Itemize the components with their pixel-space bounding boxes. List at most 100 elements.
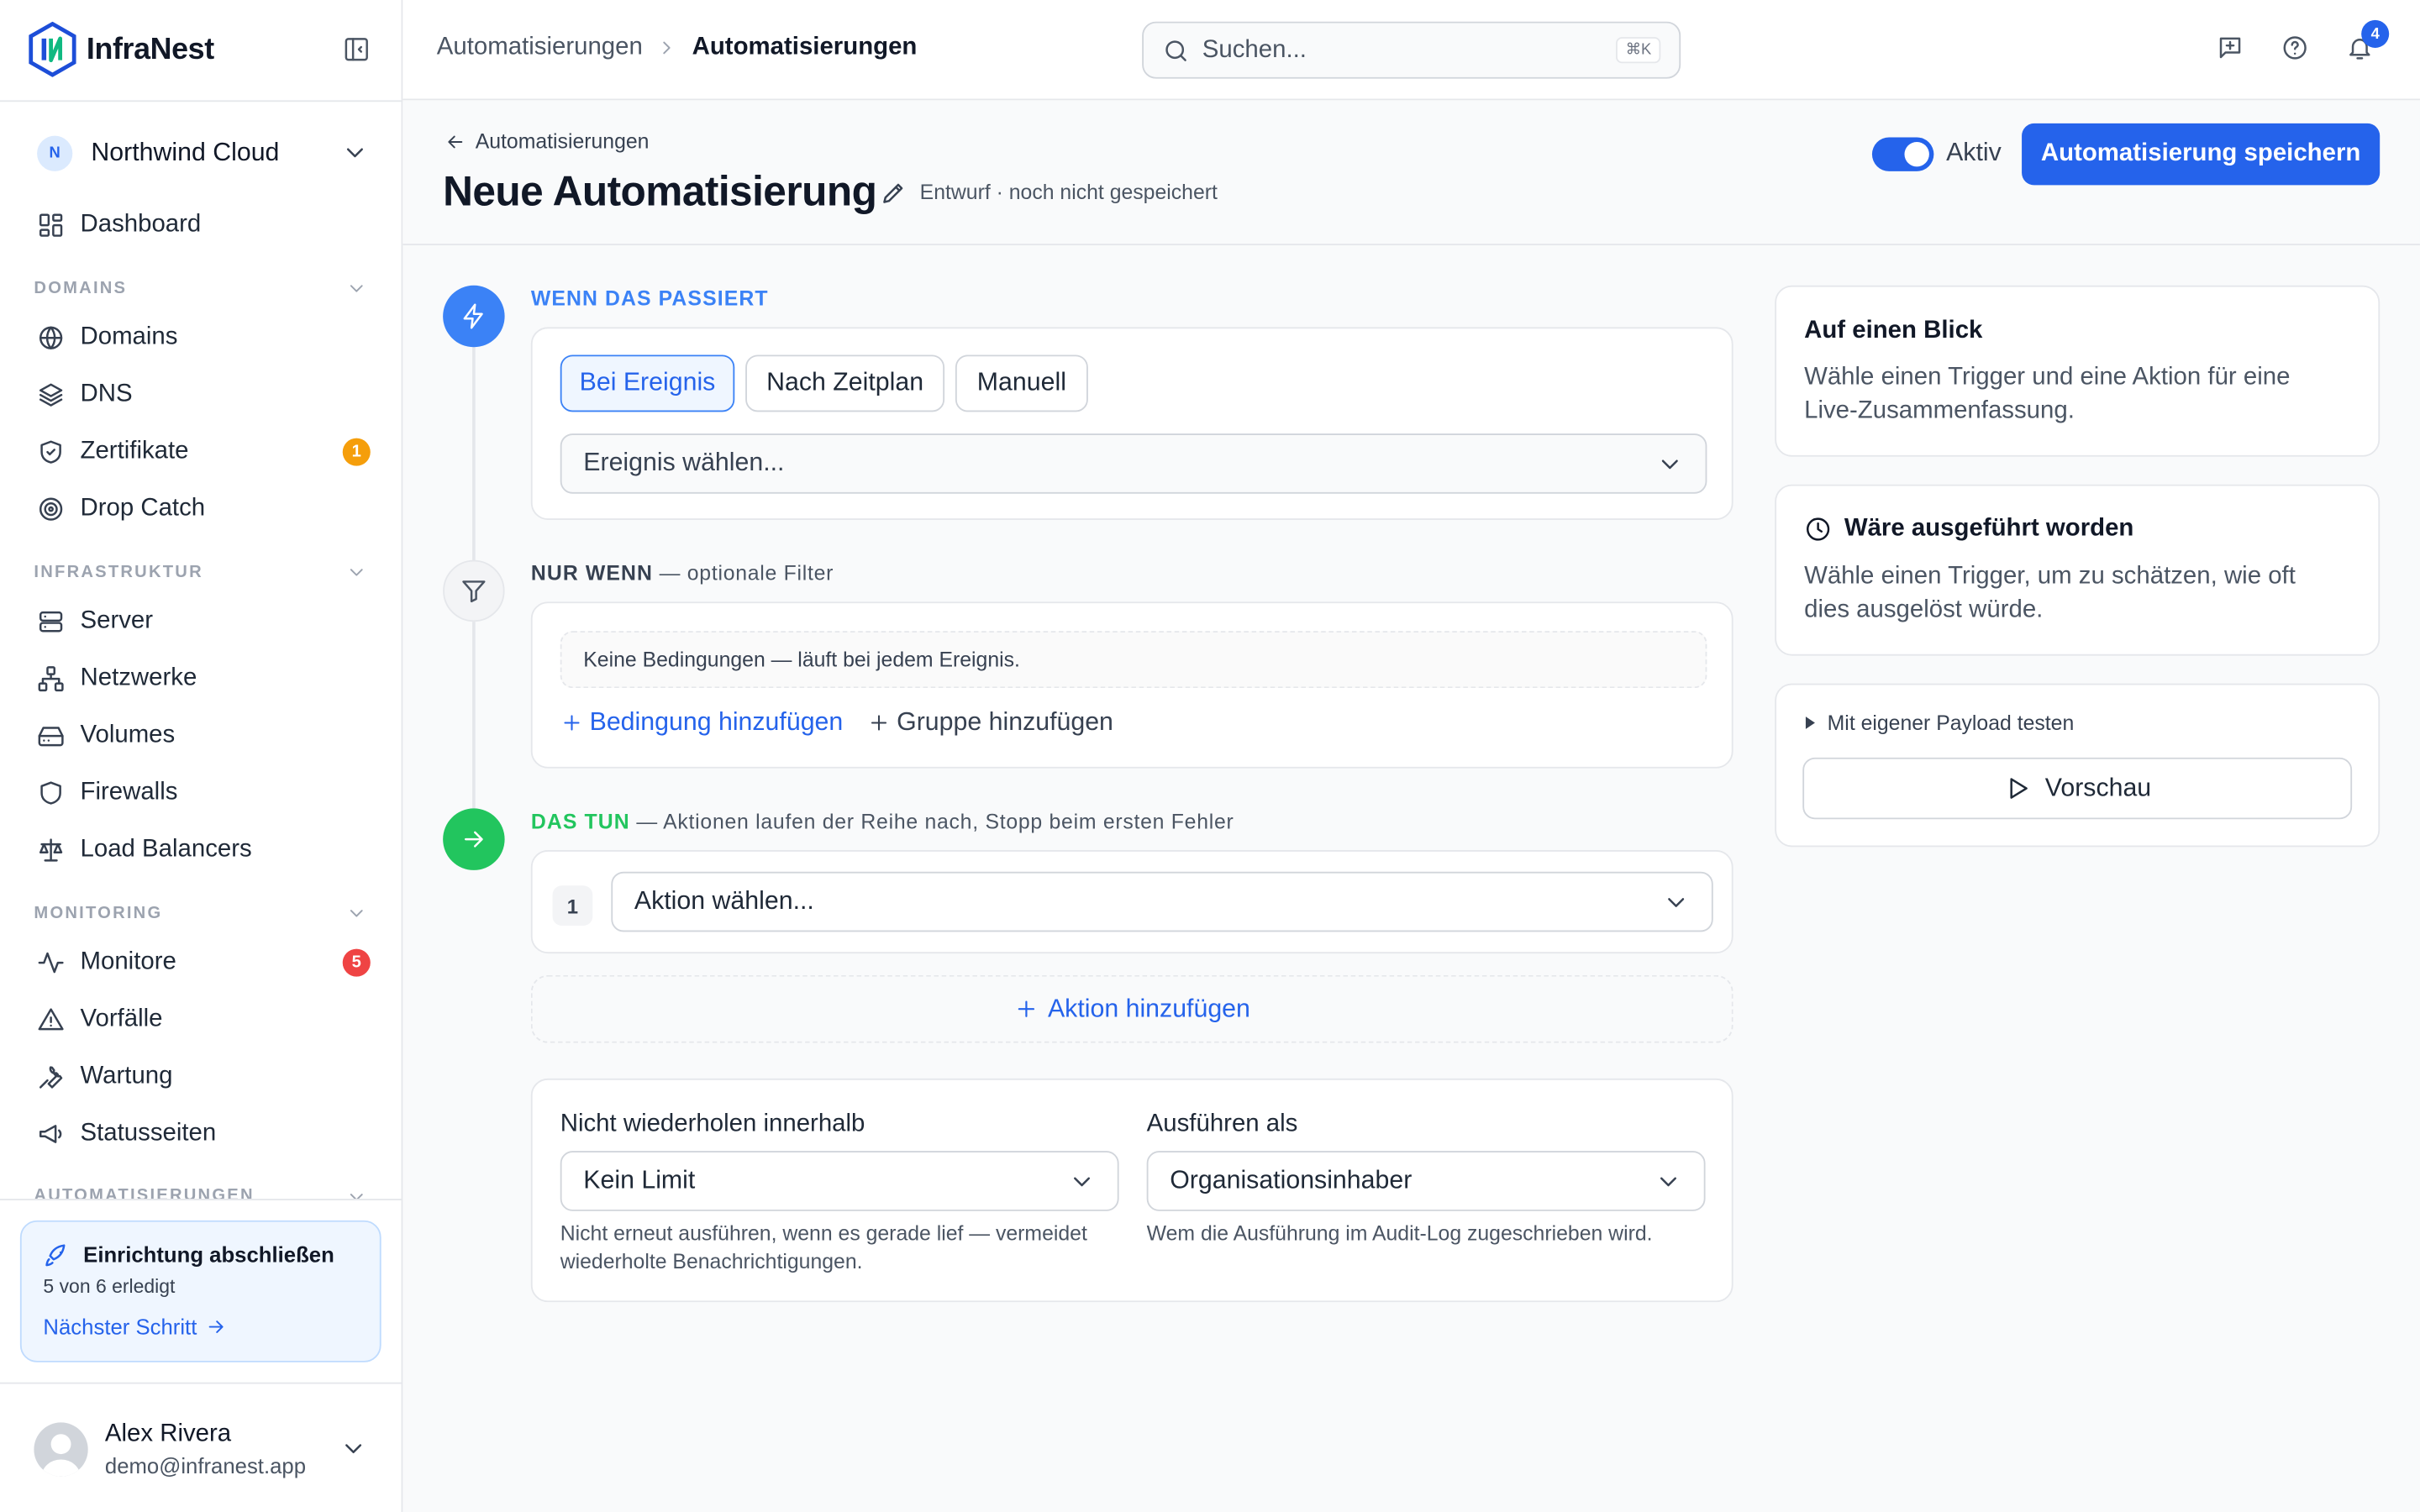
chevron-down-icon: [1068, 1167, 1096, 1194]
timeline-line: [472, 347, 476, 564]
sidebar-item-label: Drop Catch: [80, 495, 206, 522]
dashboard-icon: [37, 212, 65, 239]
run-as-value: Organisationsinhaber: [1170, 1166, 1413, 1194]
step-title: NUR WENN: [530, 561, 654, 585]
chevron-down-icon: [345, 562, 367, 584]
active-toggle[interactable]: [1871, 137, 1934, 171]
back-link[interactable]: Automatisierungen: [445, 129, 649, 153]
throttle-select[interactable]: Kein Limit: [560, 1151, 1119, 1211]
action-step-icon: [443, 808, 505, 870]
caret-right-icon: [1804, 716, 1817, 730]
app-root: InfraNest N Northwind Cloud Dashboard DO…: [0, 0, 2420, 1512]
section-domains[interactable]: DOMAINS: [34, 278, 367, 300]
throttle-help: Nicht erneut ausführen, wenn es gerade l…: [560, 1221, 1087, 1273]
help-icon[interactable]: [2281, 34, 2309, 61]
search-icon: [1162, 36, 1190, 64]
filter-step-label: NUR WENN — optionale Filter: [531, 562, 834, 585]
sidebar-item-netzwerke[interactable]: Netzwerke: [37, 659, 371, 699]
breadcrumb-link[interactable]: Automatisierungen: [437, 34, 643, 61]
sidebar-item-statusseiten[interactable]: Statusseiten: [37, 1114, 371, 1154]
section-monitoring[interactable]: MONITORING: [34, 902, 367, 924]
play-icon: [2003, 774, 2031, 802]
sidebar-item-dashboard[interactable]: Dashboard: [37, 205, 371, 245]
payload-test-toggle[interactable]: Mit eigener Payload testen: [1804, 711, 2074, 734]
divider: [0, 1199, 403, 1200]
trigger-mode-event[interactable]: Bei Ereignis: [560, 354, 735, 412]
sidebar-collapse-icon[interactable]: [343, 35, 371, 63]
network-icon: [37, 665, 65, 693]
estimate-body: Wähle einen Trigger, um zu schätzen, wie…: [1804, 563, 2296, 624]
sidebar-item-volumes[interactable]: Volumes: [37, 716, 371, 756]
org-avatar: N: [37, 134, 73, 171]
count-badge: 5: [342, 948, 371, 977]
step-subtitle: — Aktionen laufen der Reihe nach, Stopp …: [629, 810, 1234, 833]
org-switcher[interactable]: N Northwind Cloud: [37, 133, 369, 173]
alert-triangle-icon: [37, 1006, 65, 1034]
sidebar-item-drop-catch[interactable]: Drop Catch: [37, 489, 371, 529]
page-header: Automatisierungen Neue Automatisierung E…: [402, 100, 2420, 246]
sidebar-item-label: Volumes: [80, 722, 176, 748]
sidebar-item-label: Statusseiten: [80, 1120, 217, 1147]
layers-icon: [37, 381, 65, 409]
add-group-button[interactable]: Gruppe hinzufügen: [867, 708, 1113, 738]
action-select[interactable]: Aktion wählen...: [611, 871, 1713, 932]
preview-button[interactable]: Vorschau: [1802, 757, 2353, 820]
sidebar: InfraNest N Northwind Cloud Dashboard DO…: [0, 0, 403, 1512]
sidebar-item-label: Zertifikate: [80, 438, 189, 465]
page-title: Neue Automatisierung: [443, 168, 877, 215]
step-subtitle: — optionale Filter: [653, 561, 834, 585]
sidebar-item-wartung[interactable]: Wartung: [37, 1057, 371, 1097]
user-menu[interactable]: Alex Rivera demo@infranest.app: [34, 1420, 367, 1478]
logo-icon: [28, 21, 77, 77]
sidebar-item-label: Wartung: [80, 1063, 173, 1089]
brand[interactable]: InfraNest: [28, 21, 214, 77]
draft-status: Entwurf · noch nicht gespeichert: [919, 180, 1218, 204]
sidebar-item-firewalls[interactable]: Firewalls: [37, 773, 371, 813]
filter-card: Keine Bedingungen — läuft bei jedem Erei…: [530, 601, 1733, 769]
sidebar-item-vorfaelle[interactable]: Vorfälle: [37, 1000, 371, 1040]
section-infrastruktur[interactable]: INFRASTRUKTUR: [34, 562, 367, 584]
sidebar-item-domains[interactable]: Domains: [37, 318, 371, 358]
chevron-down-icon: [345, 1186, 367, 1200]
test-card: Mit eigener Payload testen Vorschau: [1775, 683, 2381, 848]
target-icon: [37, 496, 65, 523]
section-title: AUTOMATISIERUNGEN: [34, 1186, 255, 1200]
feedback-icon[interactable]: [2217, 34, 2244, 61]
chevron-down-icon: [341, 139, 369, 166]
sidebar-item-dns[interactable]: DNS: [37, 375, 371, 415]
chevron-down-icon: [339, 1435, 367, 1462]
breadcrumb: Automatisierungen Automatisierungen: [437, 34, 918, 61]
section-automatisierungen[interactable]: AUTOMATISIERUNGEN: [34, 1186, 367, 1200]
save-button[interactable]: Automatisierung speichern: [2022, 123, 2381, 186]
plus-icon: [560, 711, 584, 735]
run-as-select[interactable]: Organisationsinhaber: [1146, 1151, 1706, 1211]
trigger-step-icon: [443, 285, 505, 348]
chevron-down-icon: [1655, 1167, 1682, 1194]
shield-icon: [37, 780, 65, 807]
wrench-icon: [37, 1063, 65, 1090]
trigger-mode-schedule[interactable]: Nach Zeitplan: [745, 354, 945, 412]
sidebar-item-label: Dashboard: [80, 211, 202, 238]
sidebar-item-label: DNS: [80, 381, 133, 407]
org-name: Northwind Cloud: [91, 138, 280, 166]
throttle-label: Nicht wiederholen innerhalb: [560, 1110, 865, 1137]
chevron-right-icon: [656, 37, 678, 59]
summary-card: Auf einen Blick Wähle einen Trigger und …: [1775, 285, 2381, 457]
sidebar-item-zertifikate[interactable]: Zertifikate 1: [37, 432, 371, 472]
shield-check-icon: [37, 438, 65, 466]
pencil-icon[interactable]: [880, 179, 908, 207]
add-action-button[interactable]: Aktion hinzufügen: [530, 974, 1733, 1043]
event-select[interactable]: Ereignis wählen...: [560, 433, 1707, 494]
sidebar-item-server[interactable]: Server: [37, 601, 371, 642]
search-input[interactable]: Suchen... ⌘K: [1142, 21, 1681, 79]
sidebar-item-monitore[interactable]: Monitore 5: [37, 942, 371, 983]
sidebar-item-label: Vorfälle: [80, 1005, 163, 1032]
activity-icon: [37, 949, 65, 977]
trigger-mode-manual[interactable]: Manuell: [955, 354, 1088, 412]
user-email: demo@infranest.app: [104, 1452, 307, 1478]
estimate-card: Wäre ausgeführt worden Wähle einen Trigg…: [1775, 484, 2381, 656]
next-step-link[interactable]: Nächster Schritt: [43, 1315, 226, 1339]
setup-card[interactable]: Einrichtung abschließen 5 von 6 erledigt…: [19, 1220, 381, 1362]
add-condition-button[interactable]: Bedingung hinzufügen: [560, 708, 843, 738]
sidebar-item-load-balancers[interactable]: Load Balancers: [37, 830, 371, 870]
